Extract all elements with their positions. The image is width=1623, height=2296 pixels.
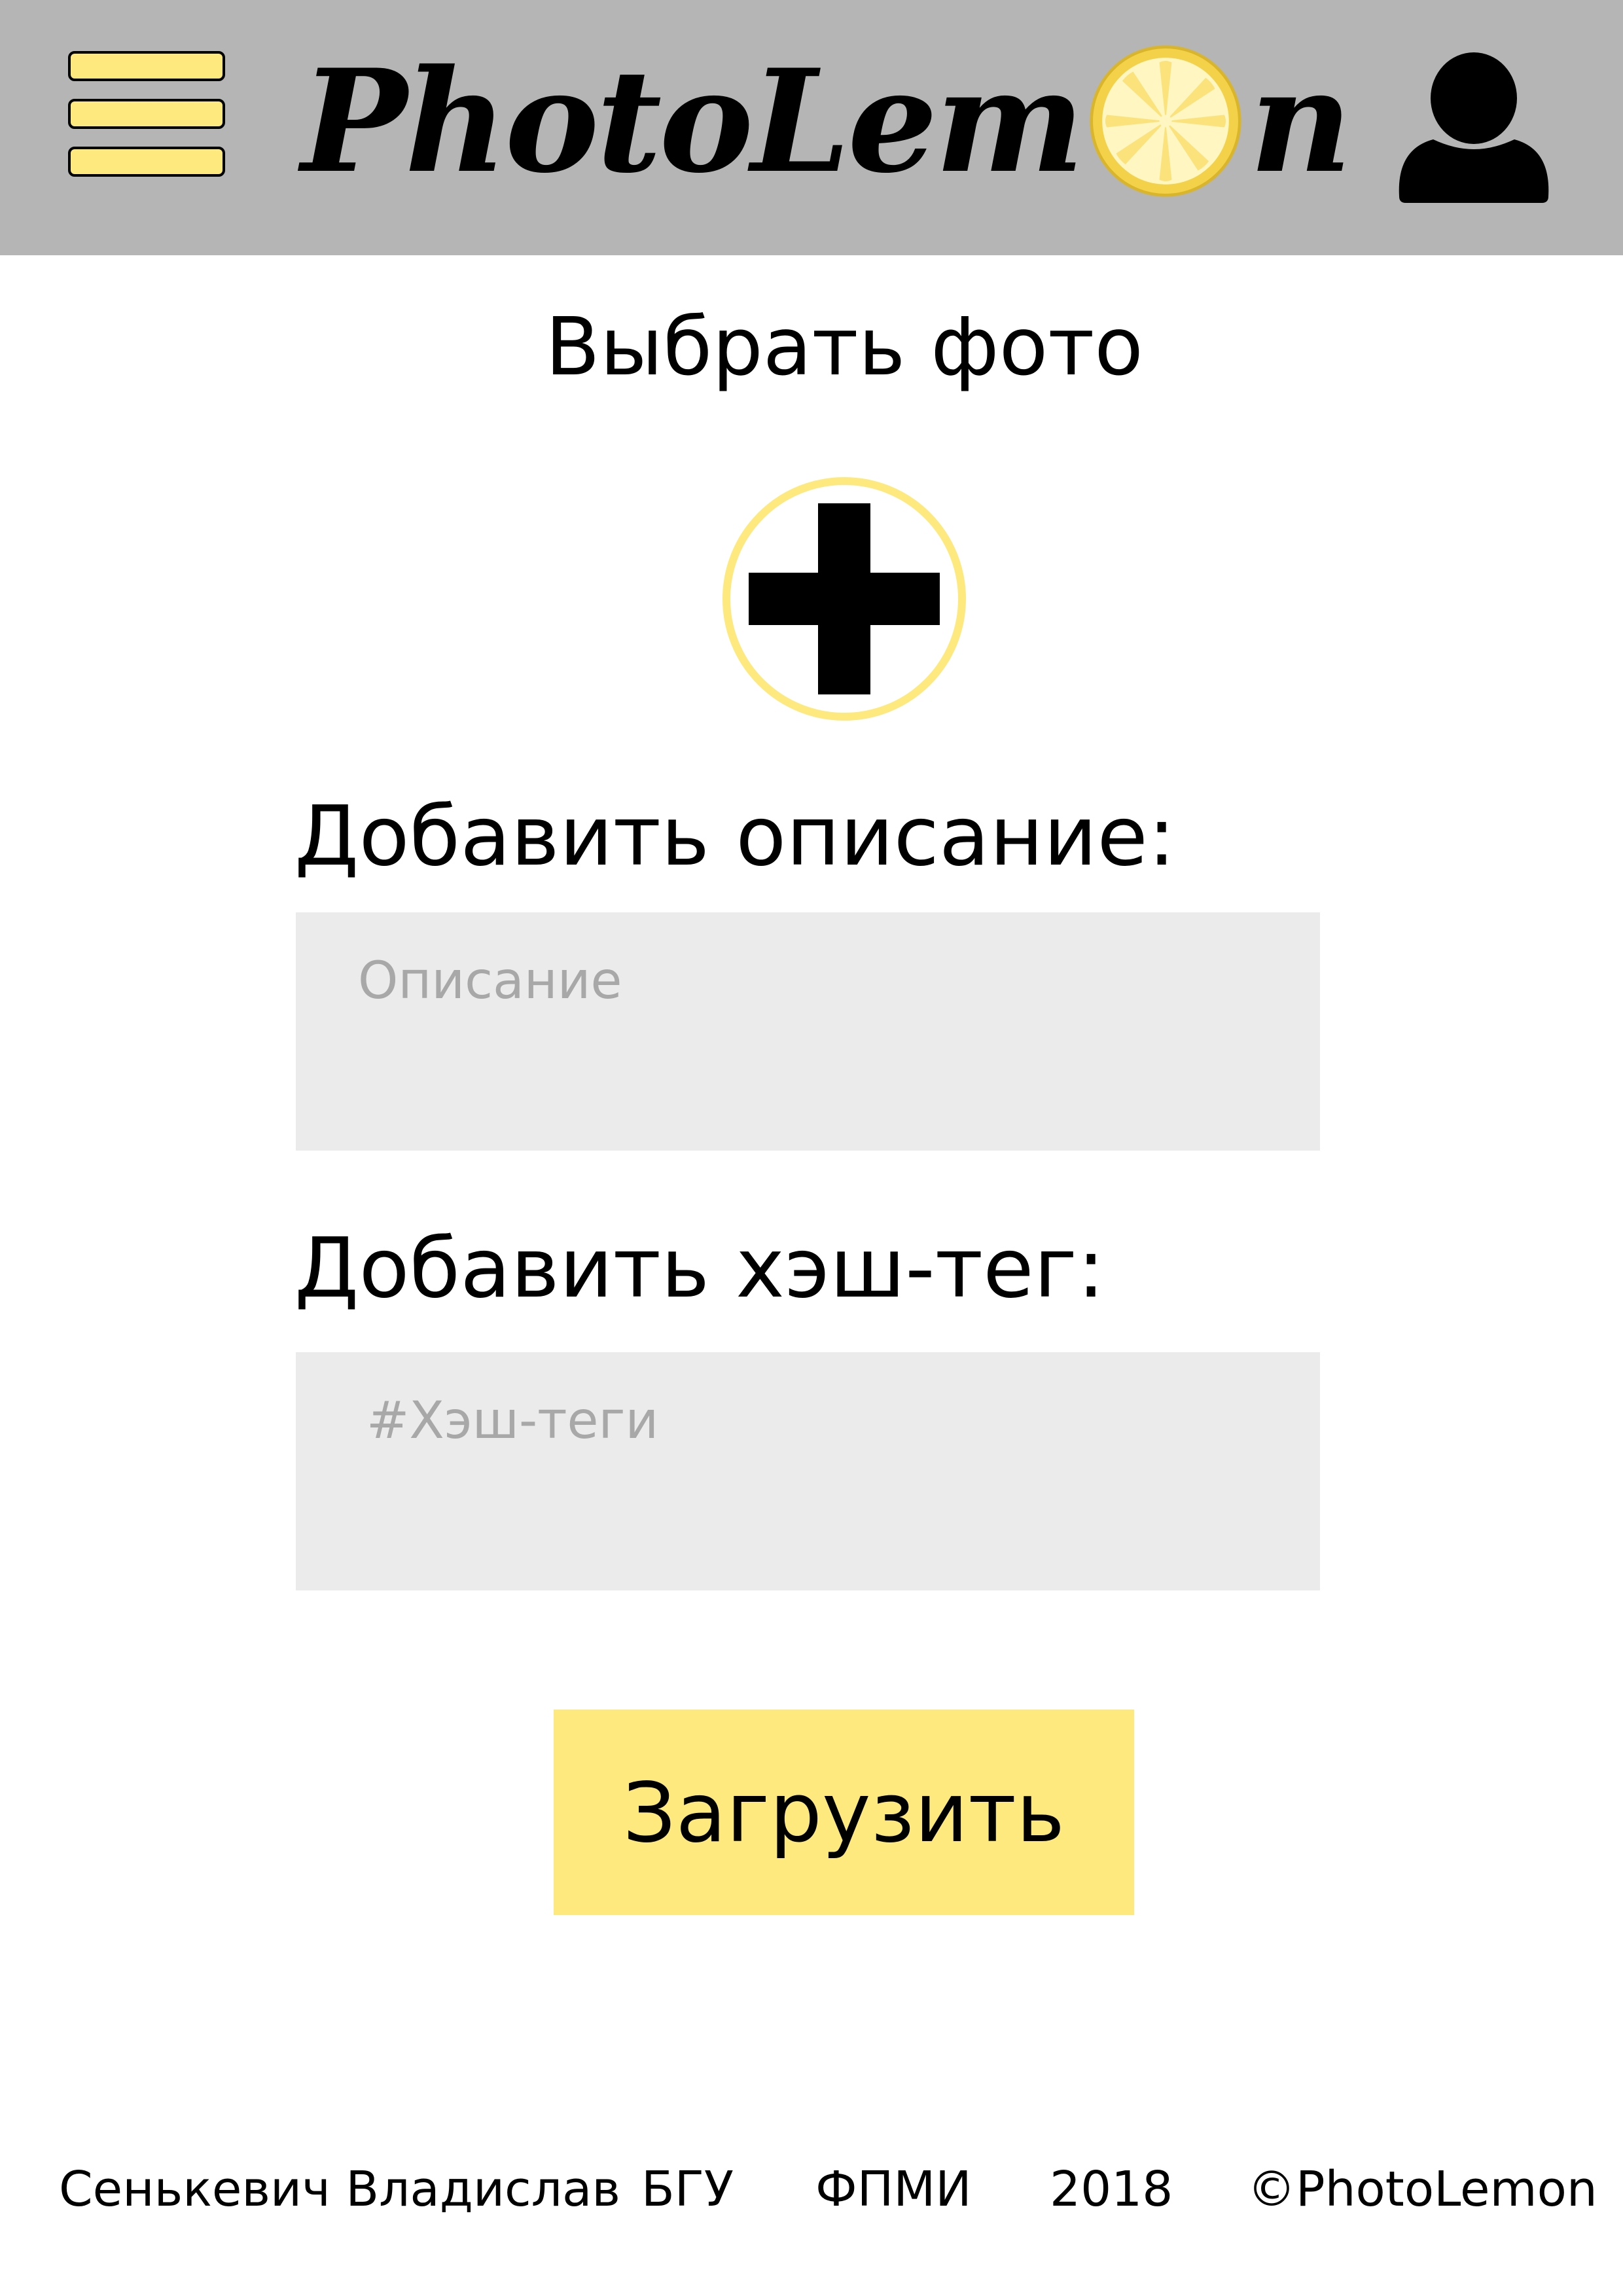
hashtag-label: Добавить хэш-тег: [294,1220,1105,1316]
footer: Сенькевич Владислав БГУ ФПМИ 2018 ©Photo… [0,2153,1623,2225]
logo-text-start: PhotoLem [301,38,1084,204]
footer-copyright: ©PhotoLemon [1247,2161,1597,2217]
choose-photo-title: Выбрать фото [545,300,1143,393]
menu-bar-bottom [68,147,225,177]
app-logo[interactable]: PhotoLem n [301,36,1352,206]
footer-year: 2018 [1050,2161,1173,2217]
description-label: Добавить описание: [294,788,1176,884]
hashtag-field[interactable] [296,1352,1320,1590]
app-header: PhotoLem n [0,0,1623,255]
plus-circle-icon[interactable] [721,476,967,722]
footer-author: Сенькевич Владислав [59,2161,620,2217]
logo-text-end: n [1249,38,1352,204]
hamburger-menu-icon[interactable] [68,51,225,182]
lemon-slice-icon [1090,45,1241,197]
footer-faculty: ФПМИ [815,2161,972,2217]
upload-button[interactable]: Загрузить [554,1710,1134,1915]
menu-bar-middle [68,99,225,129]
footer-university: БГУ [641,2161,734,2217]
description-field[interactable] [296,912,1320,1151]
user-icon[interactable] [1394,51,1554,206]
menu-bar-top [68,51,225,81]
